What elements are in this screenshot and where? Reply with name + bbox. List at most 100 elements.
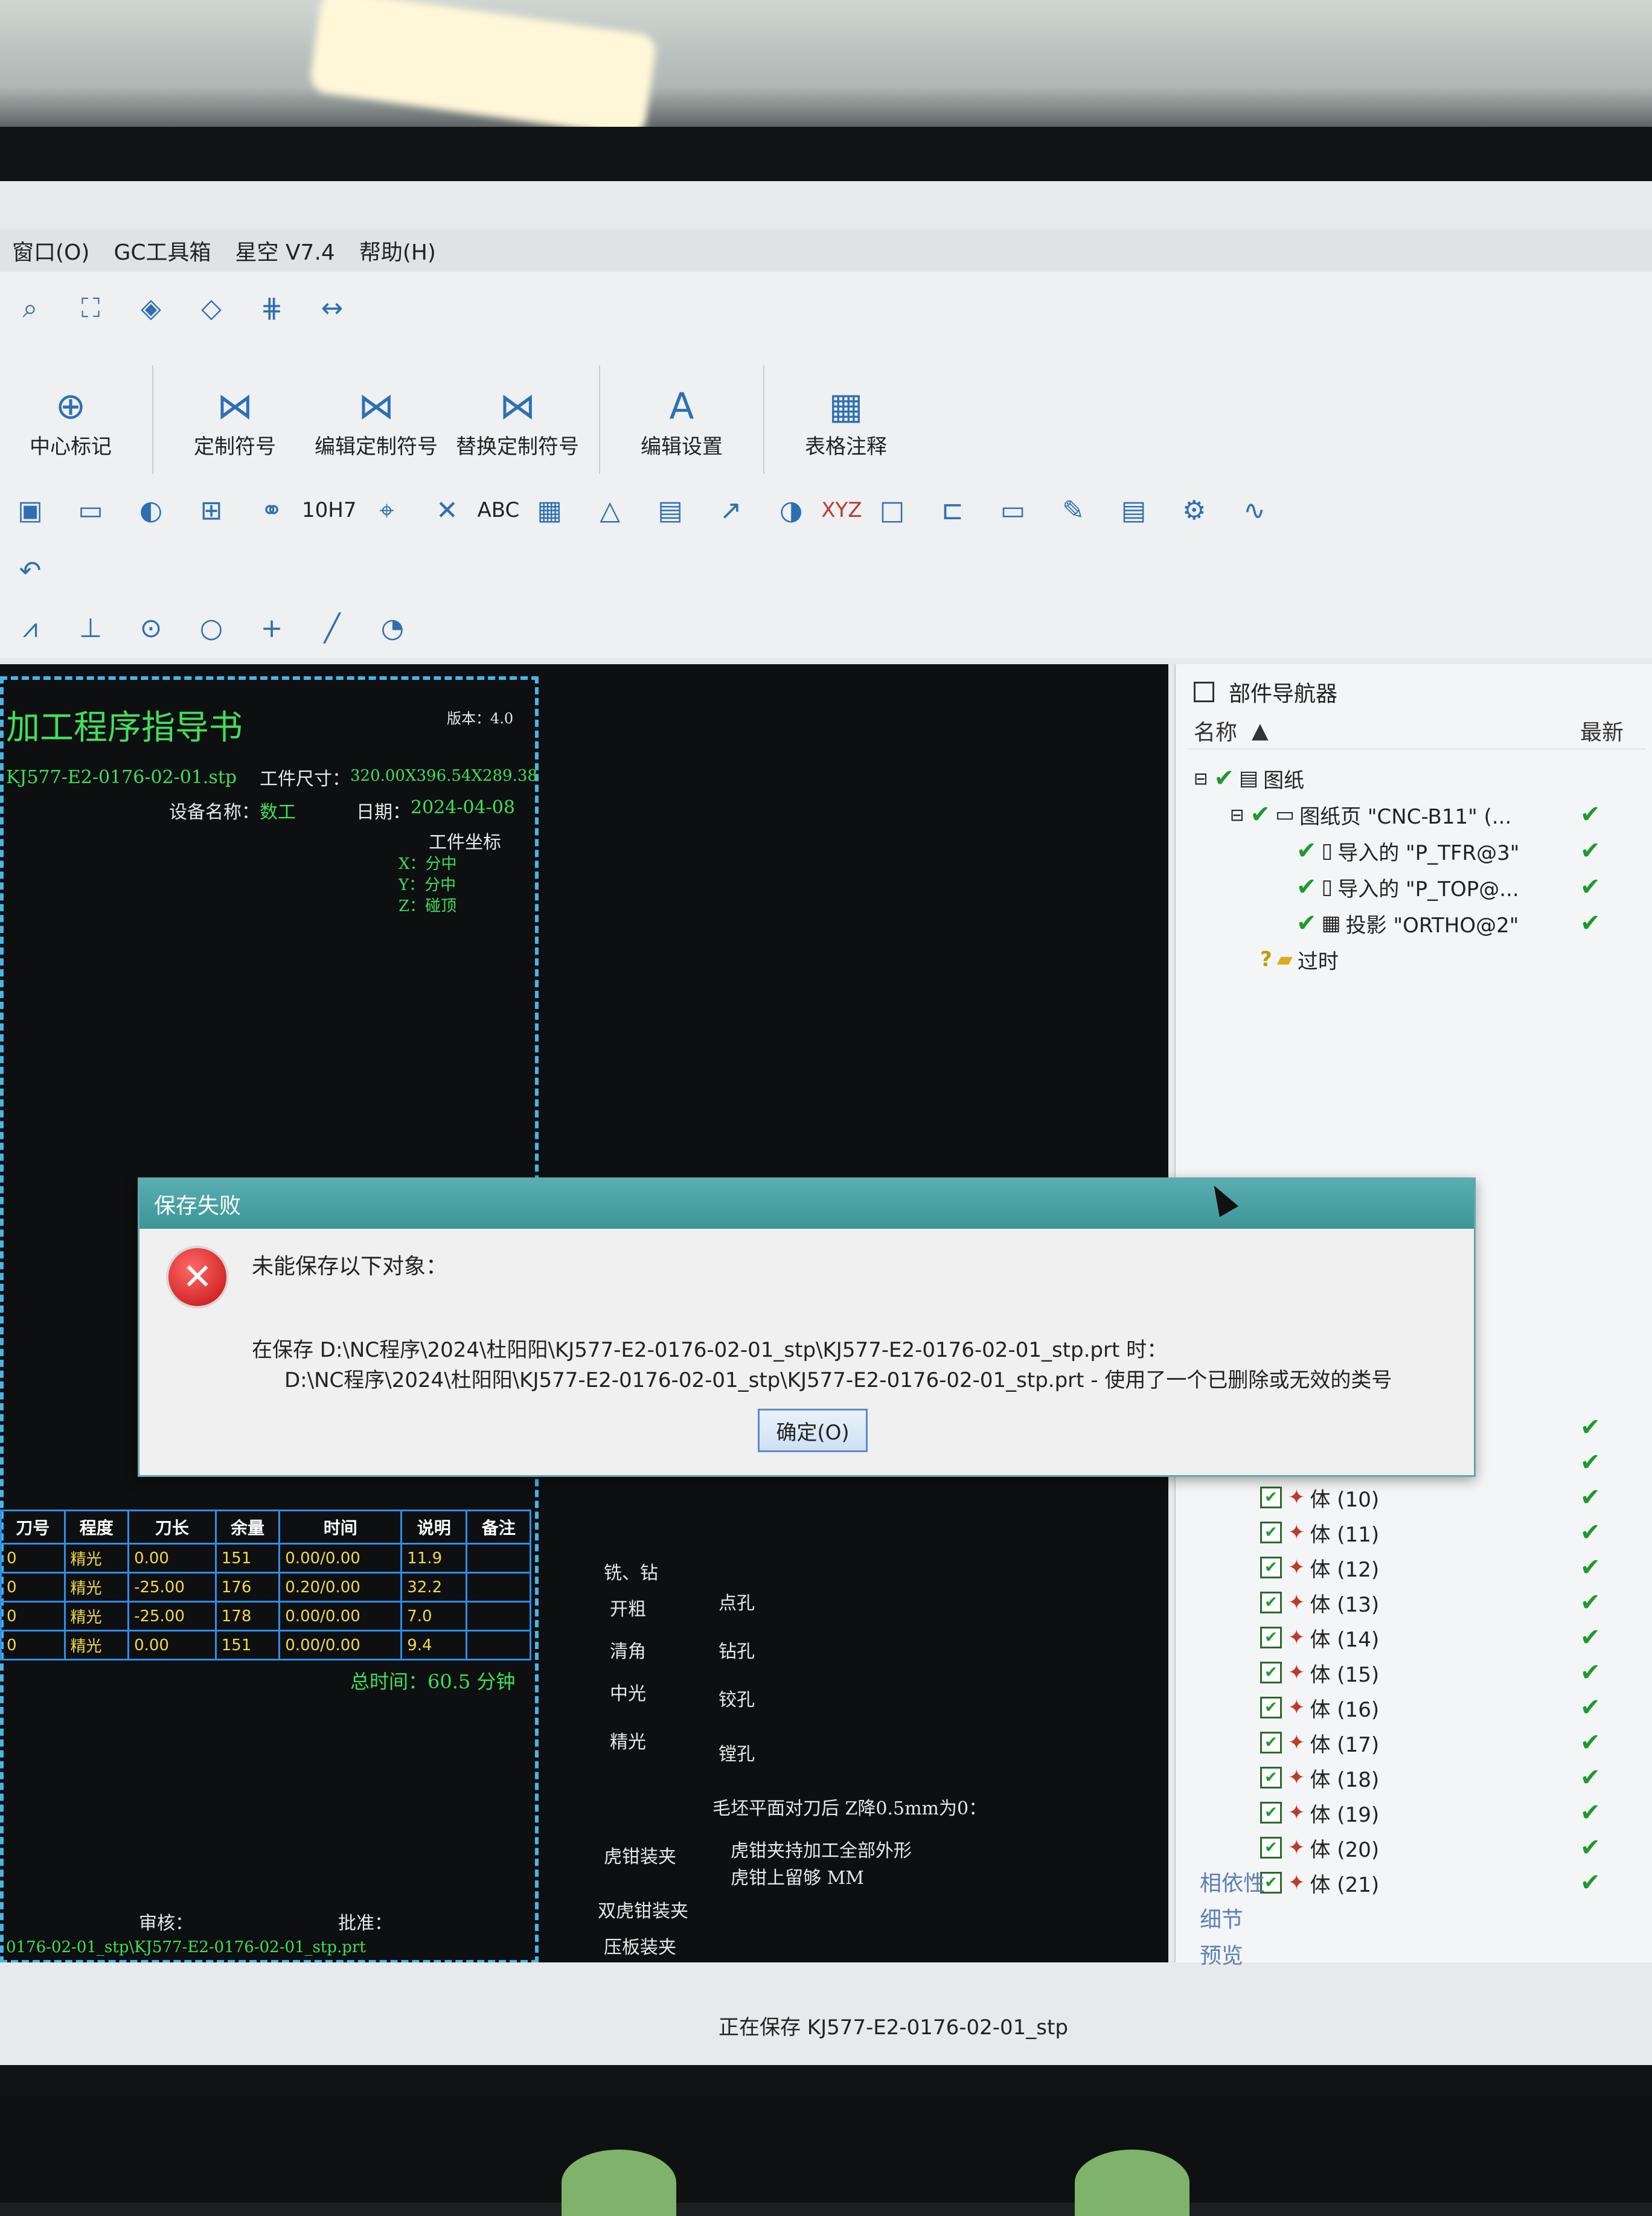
checkbox-icon[interactable]: ✔ [1260,1557,1282,1578]
replace-custom-symbol-button[interactable]: ⋈ 替换定制符号 [454,379,581,460]
tree-item-body[interactable]: ✔ ✦ 体 (11) ✔ [1260,1515,1641,1550]
wave-icon[interactable]: ∿ [1233,488,1276,532]
center-mark-button[interactable]: ⊕ 中心标记 [7,379,134,460]
tree-item-drawing[interactable]: ⊟ ✔ ▤ 图纸 [1194,761,1641,796]
checkbox-icon[interactable]: ✔ [1260,1697,1282,1718]
tree-item-body[interactable]: ✔ ✦ 体 (12) ✔ [1260,1550,1641,1585]
search-icon[interactable]: ⌕ [8,286,52,330]
menu-window[interactable]: 窗口(O) [0,235,101,266]
table-row: 0 精光 -25.00 178 0.00/0.00 7.0 [0,1601,531,1632]
measure-icon[interactable]: ↔ [310,286,354,330]
tree-item-body[interactable]: ✔ ✦ 体 (10) ✔ [1260,1480,1641,1515]
tree-item-body[interactable]: ✔ ✦ 体 (20) ✔ [1260,1830,1641,1865]
checkbox-icon[interactable]: ✔ [1260,1522,1282,1543]
tree-item-outdated[interactable]: ? ▰ 过时 [1260,942,1622,977]
table-row: 0 精光 -25.00 176 0.20/0.00 32.2 [0,1572,531,1603]
column-name[interactable]: 名称 [1194,715,1237,746]
center-snap-icon[interactable]: ⊙ [129,606,173,650]
tree-item-body[interactable]: ✔ ✦ 体 (13) ✔ [1260,1585,1641,1620]
table-icon: ▦ [828,385,863,428]
view-icon[interactable]: ▭ [69,488,112,532]
collapse-icon[interactable]: ⊟ [1230,805,1244,825]
menu-gc-toolbox[interactable]: GC工具箱 [101,235,223,266]
line-icon[interactable]: ╱ [310,606,354,650]
custom-symbol-button[interactable]: ⋈ 定制符号 [171,379,298,460]
table-cell: 151 [214,1543,281,1574]
border-icon[interactable]: ▣ [8,488,52,532]
sticker-right [1075,2150,1189,2216]
orient-icon[interactable]: ◇ [190,286,233,330]
rectangle-icon[interactable]: □ [871,488,914,532]
section-icon[interactable]: ◐ [129,488,173,532]
coord-header: 工件坐标 [429,832,501,853]
tree-item-body[interactable]: ✔ ✦ 体 (14) ✔ [1260,1620,1641,1655]
tree-item-import-tfr[interactable]: ✔ ▯ 导入的 "P_TFR@3" ✔ [1296,833,1641,868]
dimension-icon[interactable]: ⊞ [190,488,233,532]
tree-item-projection[interactable]: ✔ ▦ 投影 "ORTHO@2" ✔ [1296,906,1641,941]
edit-settings-button[interactable]: A 编辑设置 [618,379,745,460]
feature-icon[interactable]: ⌖ [365,488,408,532]
clamp-note: 虎钳装夹 [604,1846,676,1868]
checkbox-icon[interactable]: ✔ [1260,1732,1282,1753]
binoculars-icon[interactable]: ⚭ [250,488,293,532]
latest-check-icon: ✔ [1580,873,1601,901]
menu-help[interactable]: 帮助(H) [347,235,448,266]
table-note-button[interactable]: ▦ 表格注释 [783,379,909,460]
snap-icon[interactable]: ⋕ [250,286,293,330]
page-icon: ▭ [1275,802,1295,827]
grid-icon[interactable]: ▦ [528,488,571,532]
latest-check-icon: ✔ [1580,1414,1601,1441]
property-icon[interactable]: ▤ [1112,488,1156,532]
checkbox-icon[interactable]: ✔ [1260,1802,1282,1824]
checkbox-icon[interactable] [1194,682,1214,702]
fit-view-icon[interactable]: ⛶ [69,286,112,330]
curve-snap-icon[interactable]: ⩘ [8,606,52,650]
collapse-icon[interactable]: ⊟ [1194,769,1208,789]
column-latest[interactable]: 最新 [1580,715,1624,746]
perpendicular-icon[interactable]: ⊥ [69,606,112,650]
checkbox-icon[interactable]: ✔ [1260,1487,1282,1508]
circle-icon[interactable]: ○ [190,606,233,650]
body-icon: ✦ [1288,1590,1305,1615]
callout-icon[interactable]: ⊏ [931,488,975,532]
x-dimension-icon[interactable]: ✕ [425,488,469,532]
tree-item-import-top[interactable]: ✔ ▯ 导入的 "P_TOP@... ✔ [1296,869,1641,905]
gear-icon[interactable]: ⚙ [1173,488,1216,532]
leader-icon[interactable]: ↗ [709,488,752,532]
nav-details[interactable]: 细节 [1200,1902,1243,1933]
target-icon[interactable]: ◑ [769,488,813,532]
checkbox-icon[interactable]: ✔ [1260,1767,1282,1788]
checkbox-icon[interactable]: ✔ [1260,1837,1282,1859]
tree-item-body[interactable]: ✔ ✦ 体 (21) ✔ [1260,1865,1641,1900]
tree-item-body[interactable]: ✔ ✦ 体 (15) ✔ [1260,1655,1641,1690]
tolerance-label[interactable]: 10H7 [302,498,356,522]
tree-item-body[interactable]: ✔ ✦ 体 (19) ✔ [1260,1795,1641,1830]
menu-xingkong[interactable]: 星空 V7.4 [223,235,347,266]
point-icon[interactable]: ◔ [371,606,414,650]
table-cell: 0.20/0.00 [278,1572,403,1603]
tree-item-sheet[interactable]: ⊟ ✔ ▭ 图纸页 "CNC-B11" (... ✔ [1230,797,1641,832]
triangle-icon[interactable]: △ [588,488,632,532]
tree-item-body[interactable]: ✔ ✦ 体 (16) ✔ [1260,1690,1641,1725]
table-edit-icon[interactable]: ▤ [648,488,692,532]
nav-preview[interactable]: 预览 [1200,1938,1243,1970]
checkbox-icon[interactable]: ✔ [1260,1592,1282,1613]
sort-up-icon[interactable]: ▲ [1252,719,1269,743]
nav-dependencies[interactable]: 相依性 [1200,1866,1265,1897]
note-icon[interactable]: ▭ [991,488,1035,532]
render-icon[interactable]: ◈ [129,286,173,330]
tree-item-body[interactable]: ✔ ✦ 体 (18) ✔ [1260,1760,1641,1795]
edit-custom-symbol-button[interactable]: ⋈ 编辑定制符号 [313,379,440,460]
xyz-label[interactable]: XYZ [821,498,862,522]
dialog-titlebar[interactable]: 保存失败 [139,1179,1474,1229]
brush-icon[interactable]: ✎ [1052,488,1095,532]
latest-check-icon: ✔ [1580,1624,1601,1651]
undo-icon[interactable]: ↶ [8,549,52,592]
checkbox-icon[interactable]: ✔ [1260,1627,1282,1648]
table-cell: 0.00 [127,1543,217,1574]
tree-item-body[interactable]: ✔ ✦ 体 (17) ✔ [1260,1725,1641,1760]
checkbox-icon[interactable]: ✔ [1260,1662,1282,1683]
plus-icon[interactable]: + [250,606,293,650]
ok-button[interactable]: 确定(O) [758,1409,868,1452]
abc-label[interactable]: ABC [477,498,519,522]
